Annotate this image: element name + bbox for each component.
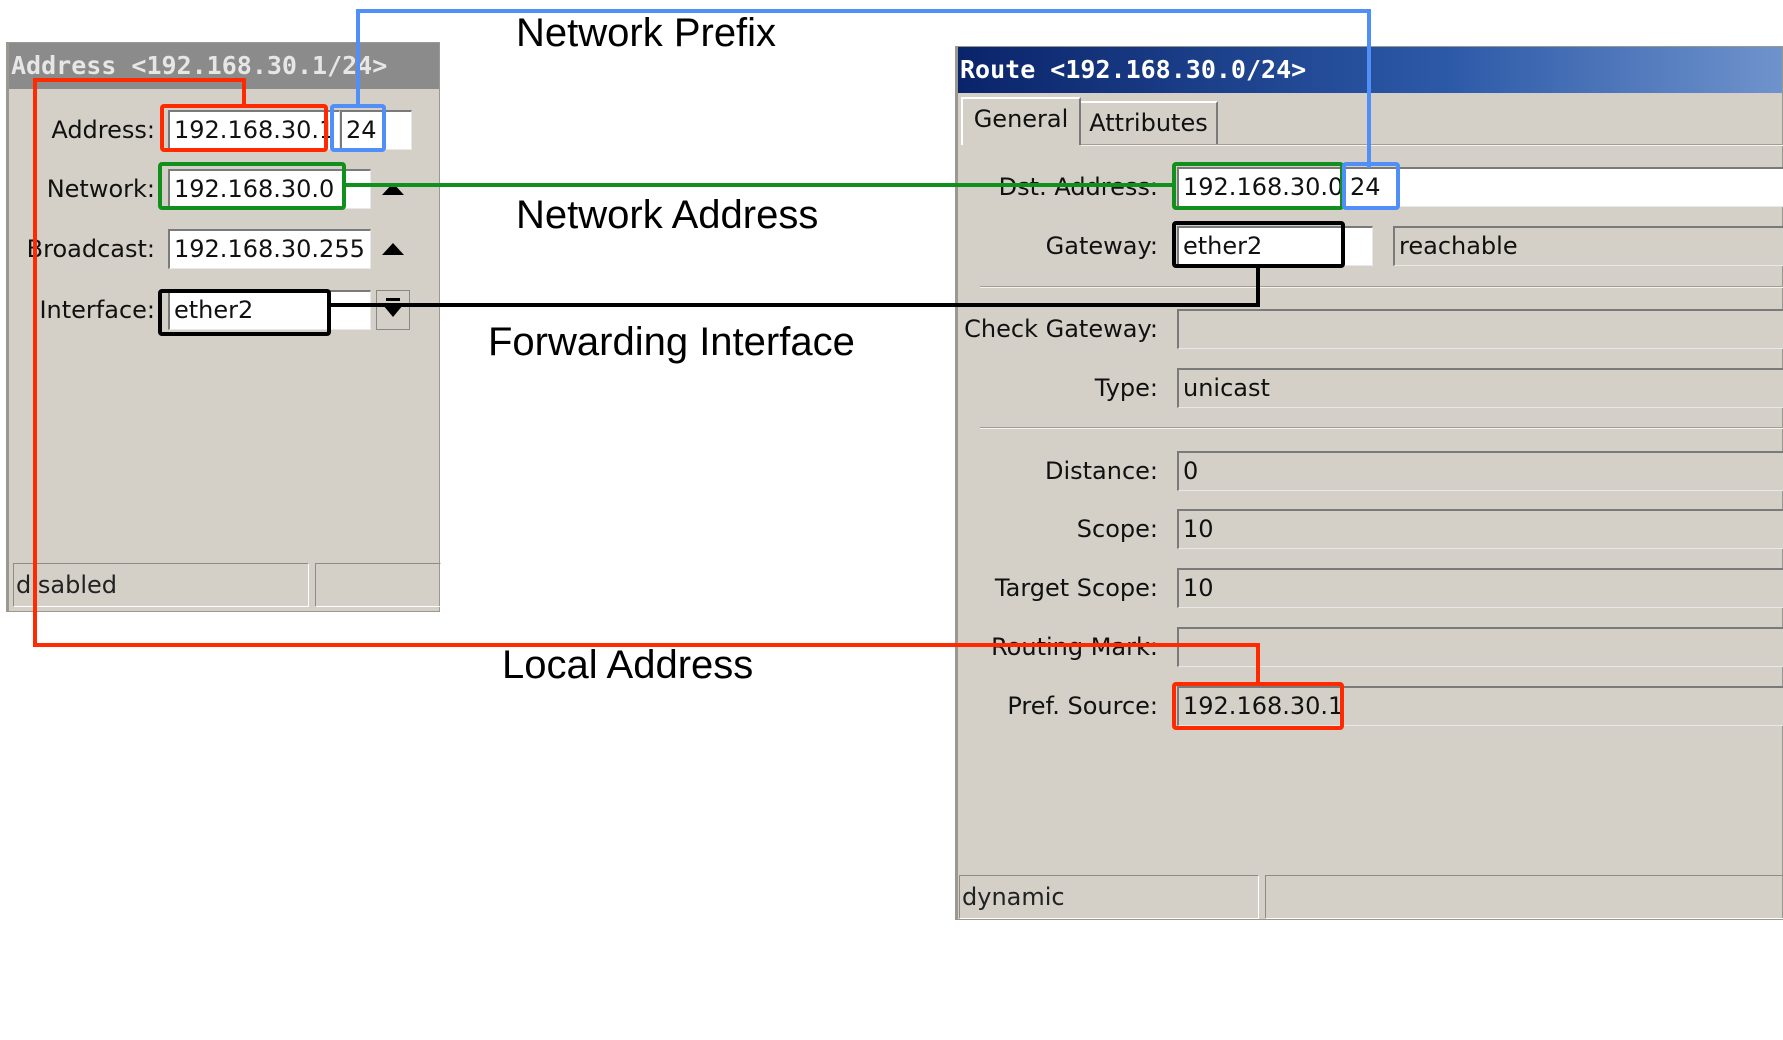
chevron-down-icon [383,305,403,317]
interface-value-highlight [158,289,331,336]
gateway-value-highlight [1172,221,1345,268]
interface-dropdown-button[interactable] [376,290,410,330]
pref-source-highlight [1172,682,1344,730]
network-value-highlight [158,162,346,210]
network-prefix-caption: Network Prefix [516,11,777,55]
routing-mark-field [1177,627,1783,667]
interface-label: Interface: [39,296,155,324]
route-separator-2 [980,427,1783,429]
network-label: Network: [46,175,155,203]
dropdown-bar-icon [386,298,400,301]
target-scope-field: 10 [1177,568,1783,608]
type-field: unicast [1177,368,1783,408]
route-separator-1 [980,286,1783,288]
dst-prefix-highlight [1342,162,1400,210]
address-status-disabled: disabled [13,563,309,607]
network-collapse-icon[interactable] [382,183,404,195]
broadcast-collapse-icon[interactable] [382,243,404,255]
scope-field: 10 [1177,509,1783,549]
check-gateway-label: Check Gateway: [964,315,1158,343]
broadcast-input[interactable]: 192.168.30.255 [168,229,371,269]
distance-label: Distance: [1044,457,1158,485]
address-label: Address: [51,116,155,144]
dst-address-label: Dst. Address: [998,173,1158,201]
distance-field: 0 [1177,451,1783,491]
tab-strip-divider [1081,144,1783,146]
scope-label: Scope: [1076,515,1158,543]
check-gateway-field [1177,309,1783,349]
routing-mark-label: Routing Mark: [991,633,1158,661]
dst-address-highlight [1172,162,1344,210]
local-address-caption: Local Address [502,643,754,687]
tab-attributes[interactable]: Attributes [1081,101,1218,145]
address-prefix-highlight [330,104,386,152]
forwarding-interface-caption: Forwarding Interface [488,320,855,364]
address-value-highlight [160,104,328,152]
type-label: Type: [1094,374,1158,402]
gateway-status-field: reachable [1393,226,1783,266]
dst-prefix-input[interactable]: 24 [1344,167,1783,207]
tab-general[interactable]: General [961,97,1081,145]
route-status-dynamic: dynamic [959,875,1259,919]
address-status-secondary [315,563,441,607]
target-scope-label: Target Scope: [994,574,1158,602]
pref-source-label: Pref. Source: [1007,692,1158,720]
route-status-secondary [1265,875,1783,919]
address-window-title: Address <192.168.30.1/24> [9,43,439,89]
gateway-label: Gateway: [1045,232,1158,260]
route-window-title: Route <192.168.30.0/24> [958,47,1782,93]
broadcast-label: Broadcast: [26,235,155,263]
network-address-caption: Network Address [516,193,819,237]
